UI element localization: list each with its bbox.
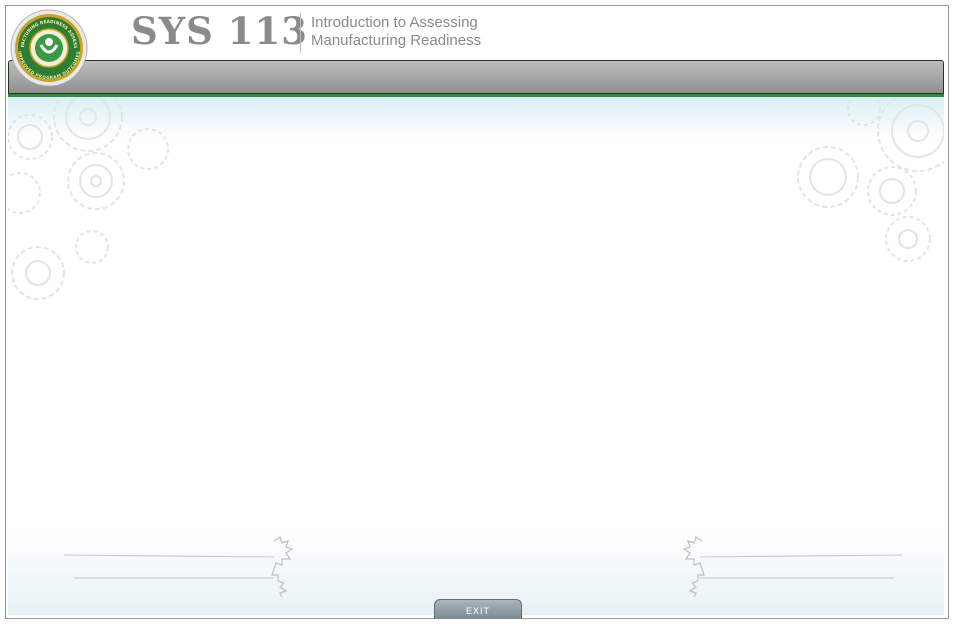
course-title-line-1: Introduction to Assessing xyxy=(311,14,478,31)
navigation-bar xyxy=(8,60,944,94)
title-divider xyxy=(300,13,301,53)
footer-gear-decoration-left-icon xyxy=(64,536,294,598)
decorative-gears-left-icon xyxy=(8,97,169,300)
footer-gear-decoration-right-icon xyxy=(682,536,903,598)
content-area xyxy=(8,97,944,615)
program-seal-logo: MANUFACTURING READINESS ASSESSMENT IMPRO… xyxy=(8,5,88,87)
course-title: Introduction to Assessing Manufacturing … xyxy=(311,14,531,50)
course-title-line-2: Manufacturing Readiness xyxy=(311,32,482,49)
exit-button[interactable]: EXIT xyxy=(434,599,522,619)
course-header: MANUFACTURING READINESS ASSESSMENT IMPRO… xyxy=(0,0,955,87)
course-code: SYS 113 xyxy=(131,9,308,53)
decorative-gears-right-icon xyxy=(797,97,944,262)
